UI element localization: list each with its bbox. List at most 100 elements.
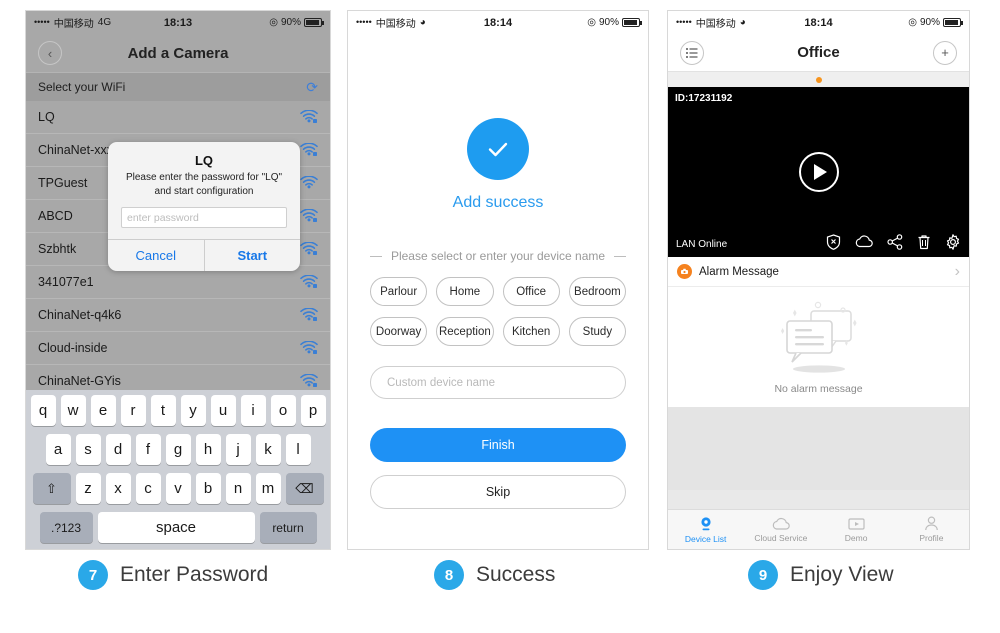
dialog-title: LQ bbox=[194, 153, 214, 168]
key-n[interactable]: n bbox=[225, 473, 251, 504]
trash-icon[interactable] bbox=[917, 234, 931, 255]
key-l[interactable]: l bbox=[285, 434, 311, 465]
chip-home[interactable]: Home bbox=[436, 277, 494, 307]
key-k[interactable]: k bbox=[255, 434, 281, 465]
key-x[interactable]: x bbox=[105, 473, 131, 504]
chip-study[interactable]: Study bbox=[568, 317, 626, 347]
chip-doorway[interactable]: Doorway bbox=[370, 317, 428, 347]
key-b[interactable]: b bbox=[195, 473, 221, 504]
key-y[interactable]: y bbox=[180, 395, 206, 426]
key-v[interactable]: v bbox=[165, 473, 191, 504]
wifi-signal-icon bbox=[300, 143, 318, 157]
play-button[interactable] bbox=[798, 152, 839, 192]
key-p[interactable]: p bbox=[300, 395, 326, 426]
bottom-tab-bar: Device List Cloud Service Demo Profile bbox=[668, 509, 969, 549]
key-r[interactable]: r bbox=[120, 395, 146, 426]
tab-device-list[interactable]: Device List bbox=[668, 510, 743, 549]
cloud-icon bbox=[772, 517, 790, 530]
page-title: Office bbox=[797, 44, 840, 61]
custom-device-name-placeholder: Custom device name bbox=[387, 376, 496, 389]
onscreen-keyboard: q w e r t y u i o p a s d f g h j k l ⇧ … bbox=[26, 390, 330, 549]
page-title: Add a Camera bbox=[127, 44, 229, 62]
menu-button[interactable] bbox=[680, 40, 704, 65]
camera-video-player[interactable]: ID:17231192 LAN Online bbox=[668, 87, 969, 257]
back-button[interactable]: ‹ bbox=[38, 41, 62, 65]
key-o[interactable]: o bbox=[270, 395, 296, 426]
custom-device-name-input[interactable]: Custom device name bbox=[370, 366, 626, 400]
shield-off-icon[interactable] bbox=[826, 233, 841, 255]
key-h[interactable]: h bbox=[195, 434, 221, 465]
device-id-label: ID:17231192 bbox=[675, 93, 733, 104]
key-t[interactable]: t bbox=[150, 395, 176, 426]
chip-parlour[interactable]: Parlour bbox=[370, 277, 428, 307]
chip-office[interactable]: Office bbox=[502, 277, 560, 307]
tab-profile[interactable]: Profile bbox=[894, 510, 969, 549]
skip-button[interactable]: Skip bbox=[370, 475, 626, 510]
keyboard-row-1: q w e r t y u i o p bbox=[28, 395, 328, 426]
device-name-chips-row-2: Doorway Reception Kitchen Study bbox=[370, 317, 626, 347]
wifi-ssid-label: ChinaNet-xxx bbox=[38, 143, 114, 157]
dialog-actions: Cancel Start bbox=[108, 239, 300, 271]
chip-bedroom[interactable]: Bedroom bbox=[568, 277, 626, 307]
wifi-signal-icon bbox=[300, 275, 318, 289]
step-label: Success bbox=[476, 563, 556, 586]
key-z[interactable]: z bbox=[75, 473, 101, 504]
nav-bar: ‹ Add a Camera bbox=[26, 34, 330, 72]
cancel-button[interactable]: Cancel bbox=[108, 240, 204, 271]
chat-bubbles-icon bbox=[780, 301, 857, 373]
wifi-signal-icon bbox=[300, 209, 318, 223]
chip-reception[interactable]: Reception bbox=[436, 317, 494, 347]
step-badge: 7 bbox=[78, 560, 108, 590]
wifi-signal-icon bbox=[300, 308, 318, 322]
alarm-clock-icon: ◎ bbox=[908, 17, 917, 28]
key-i[interactable]: i bbox=[240, 395, 266, 426]
tab-cloud-service[interactable]: Cloud Service bbox=[743, 510, 818, 549]
wifi-ssid-label: TPGuest bbox=[38, 176, 88, 190]
tab-label: Profile bbox=[919, 533, 944, 543]
step-label: Enjoy View bbox=[790, 563, 894, 586]
password-dialog: LQ Please enter the password for "LQ" an… bbox=[108, 142, 300, 271]
key-g[interactable]: g bbox=[165, 434, 191, 465]
dialog-message: Please enter the password for "LQ" and s… bbox=[125, 172, 283, 197]
keyboard-row-3: ⇧ z x c v b n m ⌫ bbox=[28, 473, 328, 504]
password-input[interactable]: enter password bbox=[121, 207, 287, 228]
share-icon[interactable] bbox=[887, 233, 903, 255]
refresh-icon[interactable]: ⟳ bbox=[306, 79, 318, 96]
key-j[interactable]: j bbox=[225, 434, 251, 465]
key-s[interactable]: s bbox=[75, 434, 101, 465]
wifi-section-label: Select your WiFi bbox=[38, 80, 126, 94]
cloud-icon[interactable] bbox=[855, 235, 873, 253]
key-a[interactable]: a bbox=[45, 434, 71, 465]
key-u[interactable]: u bbox=[210, 395, 236, 426]
shift-key[interactable]: ⇧ bbox=[32, 473, 71, 504]
tab-demo[interactable]: Demo bbox=[819, 510, 894, 549]
backspace-key[interactable]: ⌫ bbox=[285, 473, 324, 504]
list-item[interactable]: LQ bbox=[26, 101, 330, 134]
return-key[interactable]: return bbox=[259, 512, 317, 543]
list-item[interactable]: ChinaNet-q4k6 bbox=[26, 299, 330, 332]
add-device-button[interactable]: + bbox=[933, 40, 957, 65]
wifi-signal-icon bbox=[300, 374, 318, 388]
chip-kitchen[interactable]: Kitchen bbox=[502, 317, 560, 347]
list-item[interactable]: Cloud-inside bbox=[26, 332, 330, 365]
key-d[interactable]: d bbox=[105, 434, 131, 465]
start-button[interactable]: Start bbox=[203, 240, 301, 271]
finish-button[interactable]: Finish bbox=[370, 428, 626, 463]
person-icon bbox=[925, 516, 938, 531]
space-key[interactable]: space bbox=[97, 512, 255, 543]
alarm-message-row[interactable]: Alarm Message › bbox=[668, 257, 969, 287]
key-w[interactable]: w bbox=[60, 395, 86, 426]
page-dot-active[interactable] bbox=[815, 76, 822, 83]
wifi-signal-icon bbox=[300, 110, 318, 124]
key-q[interactable]: q bbox=[30, 395, 56, 426]
key-e[interactable]: e bbox=[90, 395, 116, 426]
divider-left bbox=[370, 255, 382, 257]
numbers-key[interactable]: .?123 bbox=[39, 512, 93, 543]
caption-step-8: 8 Success bbox=[434, 560, 555, 590]
key-c[interactable]: c bbox=[135, 473, 161, 504]
key-f[interactable]: f bbox=[135, 434, 161, 465]
gear-icon[interactable] bbox=[945, 233, 961, 255]
key-m[interactable]: m bbox=[255, 473, 281, 504]
wifi-ssid-label: ChinaNet-q4k6 bbox=[38, 308, 122, 322]
video-action-icons bbox=[826, 233, 961, 255]
